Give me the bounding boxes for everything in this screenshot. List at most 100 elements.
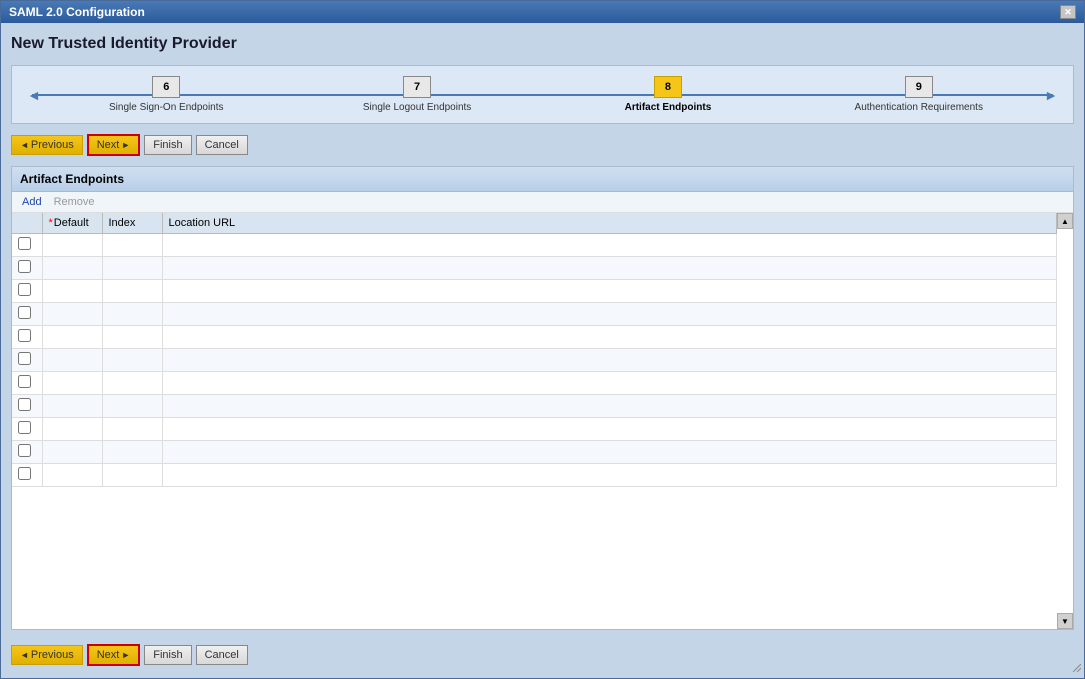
cell-location	[162, 303, 1057, 326]
table-row	[12, 372, 1057, 395]
cell-location	[162, 349, 1057, 372]
cell-checkbox[interactable]	[12, 418, 42, 441]
page-title: New Trusted Identity Provider	[11, 31, 1074, 59]
panel-toolbar: Add Remove	[12, 192, 1073, 213]
wizard-steps: ◄ 6 Single Sign-On Endpoints 7 Single Lo…	[27, 76, 1058, 113]
cell-location	[162, 464, 1057, 487]
top-cancel-button[interactable]: Cancel	[196, 135, 248, 155]
row-checkbox[interactable]	[18, 467, 31, 480]
row-checkbox[interactable]	[18, 375, 31, 388]
cell-index	[102, 234, 162, 257]
step-8-label: Artifact Endpoints	[625, 102, 712, 113]
table-row	[12, 349, 1057, 372]
table-row	[12, 303, 1057, 326]
step-7-number[interactable]: 7	[403, 76, 431, 98]
title-bar: SAML 2.0 Configuration ✕	[1, 1, 1084, 23]
cell-checkbox[interactable]	[12, 280, 42, 303]
window-title: SAML 2.0 Configuration	[9, 5, 145, 19]
row-checkbox[interactable]	[18, 260, 31, 273]
row-checkbox[interactable]	[18, 352, 31, 365]
table-row	[12, 326, 1057, 349]
bottom-finish-button[interactable]: Finish	[144, 645, 191, 665]
prev-arrow-icon: ◄	[20, 140, 29, 150]
cell-index	[102, 372, 162, 395]
top-next-button[interactable]: Next ►	[87, 134, 141, 156]
cell-index	[102, 257, 162, 280]
row-checkbox[interactable]	[18, 283, 31, 296]
cell-checkbox[interactable]	[12, 326, 42, 349]
cell-default	[42, 418, 102, 441]
step-7-label: Single Logout Endpoints	[363, 102, 471, 113]
cell-default	[42, 441, 102, 464]
cell-location	[162, 326, 1057, 349]
prev-arrow-icon-bottom: ◄	[20, 650, 29, 660]
wizard-right-arrow: ►	[1044, 87, 1058, 103]
col-header-index: Index	[102, 213, 162, 234]
bottom-previous-button[interactable]: ◄ Previous	[11, 645, 83, 665]
step-6-label: Single Sign-On Endpoints	[109, 102, 224, 113]
cell-default	[42, 234, 102, 257]
wizard-step-7: 7 Single Logout Endpoints	[292, 76, 543, 113]
cell-default	[42, 395, 102, 418]
cell-checkbox[interactable]	[12, 395, 42, 418]
close-button[interactable]: ✕	[1060, 5, 1076, 19]
cell-checkbox[interactable]	[12, 349, 42, 372]
cell-default	[42, 257, 102, 280]
artifact-endpoints-table: Default Index Location URL	[12, 213, 1057, 487]
cell-default	[42, 372, 102, 395]
remove-button[interactable]: Remove	[52, 195, 97, 209]
row-checkbox[interactable]	[18, 237, 31, 250]
cell-checkbox[interactable]	[12, 257, 42, 280]
row-checkbox[interactable]	[18, 444, 31, 457]
row-checkbox[interactable]	[18, 306, 31, 319]
add-button[interactable]: Add	[20, 195, 44, 209]
table-row	[12, 464, 1057, 487]
table-body	[12, 234, 1057, 487]
cell-index	[102, 280, 162, 303]
cell-default	[42, 464, 102, 487]
main-window: SAML 2.0 Configuration ✕ New Trusted Ide…	[0, 0, 1085, 679]
next-arrow-icon: ►	[121, 140, 130, 150]
cell-index	[102, 464, 162, 487]
step-9-number[interactable]: 9	[905, 76, 933, 98]
table-row	[12, 395, 1057, 418]
cell-index	[102, 418, 162, 441]
step-6-number[interactable]: 6	[152, 76, 180, 98]
cell-location	[162, 441, 1057, 464]
cell-location	[162, 372, 1057, 395]
cell-index	[102, 303, 162, 326]
cell-location	[162, 280, 1057, 303]
cell-index	[102, 441, 162, 464]
top-finish-button[interactable]: Finish	[144, 135, 191, 155]
scrollbar-down-button[interactable]: ▼	[1057, 613, 1073, 629]
row-checkbox[interactable]	[18, 421, 31, 434]
toolbar-bottom: ◄ Previous Next ► Finish Cancel	[11, 636, 1074, 670]
cell-checkbox[interactable]	[12, 464, 42, 487]
table-wrapper: Default Index Location URL	[12, 213, 1057, 487]
scrollbar-up-button[interactable]: ▲	[1057, 213, 1073, 229]
row-checkbox[interactable]	[18, 329, 31, 342]
cell-checkbox[interactable]	[12, 372, 42, 395]
wizard-step-9: 9 Authentication Requirements	[793, 76, 1044, 113]
cell-default	[42, 303, 102, 326]
top-previous-button[interactable]: ◄ Previous	[11, 135, 83, 155]
cell-checkbox[interactable]	[12, 441, 42, 464]
main-panel: Artifact Endpoints Add Remove Default In…	[11, 166, 1074, 630]
resize-handle[interactable]	[1069, 660, 1081, 675]
cell-checkbox[interactable]	[12, 234, 42, 257]
cell-index	[102, 395, 162, 418]
next-arrow-icon-bottom: ►	[121, 650, 130, 660]
wizard-step-6: 6 Single Sign-On Endpoints	[41, 76, 292, 113]
cell-checkbox[interactable]	[12, 303, 42, 326]
wizard-nav: ◄ 6 Single Sign-On Endpoints 7 Single Lo…	[11, 65, 1074, 124]
bottom-cancel-button[interactable]: Cancel	[196, 645, 248, 665]
panel-header: Artifact Endpoints	[12, 167, 1073, 192]
table-row	[12, 280, 1057, 303]
cell-index	[102, 326, 162, 349]
cell-location	[162, 257, 1057, 280]
col-header-checkbox	[12, 213, 42, 234]
step-8-number[interactable]: 8	[654, 76, 682, 98]
bottom-next-button[interactable]: Next ►	[87, 644, 141, 666]
row-checkbox[interactable]	[18, 398, 31, 411]
resize-icon	[1069, 660, 1081, 672]
